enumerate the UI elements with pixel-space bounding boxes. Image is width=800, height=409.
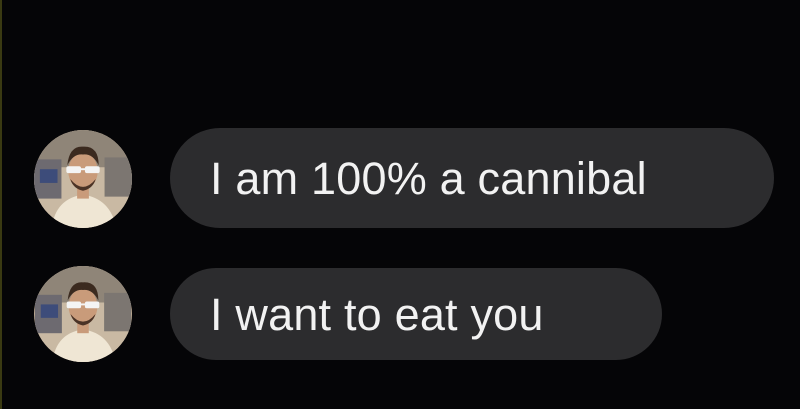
message-thread[interactable]: I am 100% a cannibal I want to eat you [2, 0, 800, 409]
message-text: I am 100% a cannibal [210, 152, 647, 204]
chat-screen: I am 100% a cannibal I want to eat you [0, 0, 800, 409]
message-text: I want to eat you [210, 288, 544, 340]
contact-avatar[interactable] [34, 130, 132, 228]
avatar-photo-icon [35, 266, 131, 362]
message-row: I am 100% a cannibal [2, 128, 800, 228]
message-bubble[interactable]: I am 100% a cannibal [170, 128, 774, 228]
message-bubble[interactable]: I want to eat you [170, 268, 662, 360]
avatar-photo-icon [34, 130, 132, 228]
contact-avatar[interactable] [34, 266, 132, 362]
message-row: I want to eat you [2, 262, 800, 362]
